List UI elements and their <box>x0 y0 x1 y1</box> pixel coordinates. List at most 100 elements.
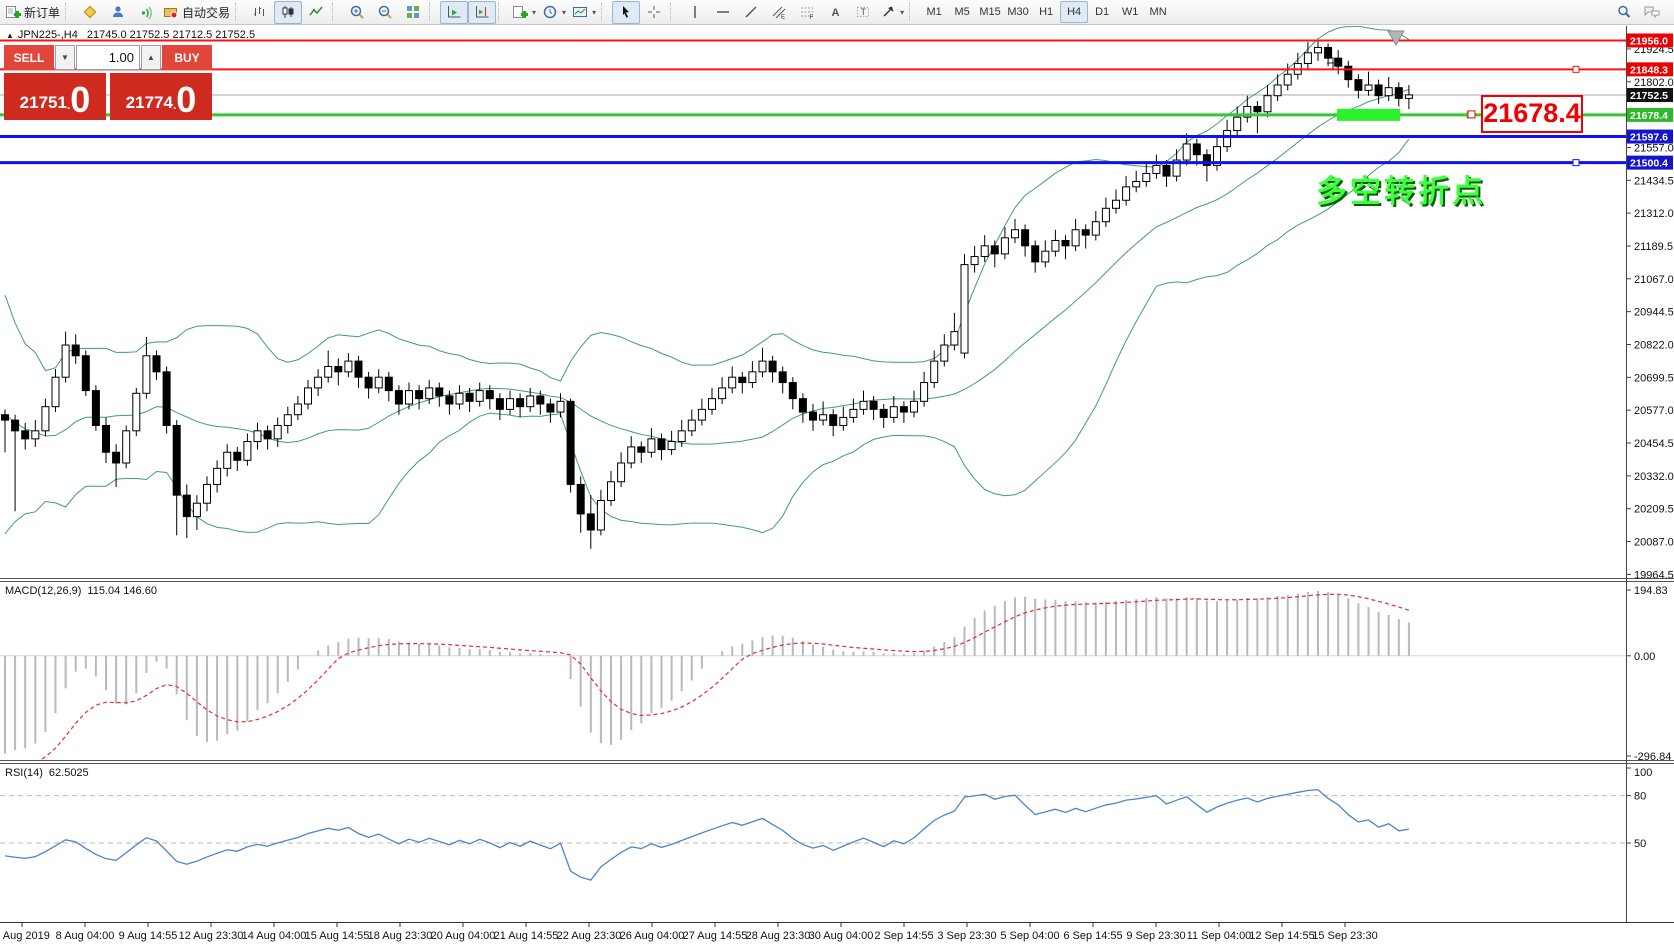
sell-button[interactable]: SELL <box>4 45 54 70</box>
svg-text:27 Aug 14:55: 27 Aug 14:55 <box>683 930 748 942</box>
svg-text:21 Aug 14:55: 21 Aug 14:55 <box>494 930 559 942</box>
svg-text:19964.5: 19964.5 <box>1634 569 1674 581</box>
toolbar-separator <box>498 3 505 21</box>
tab-timeframe-h4[interactable]: H4 <box>1060 1 1089 23</box>
svg-text:30 Aug 04:00: 30 Aug 04:00 <box>809 930 874 942</box>
search-button[interactable] <box>1610 1 1638 24</box>
macd-pane-header: MACD(12,26,9) 115.04 146.60 <box>5 585 157 597</box>
text-a-icon: A <box>827 4 843 20</box>
zoom-in-button[interactable] <box>343 1 371 24</box>
trendline-button[interactable] <box>737 1 765 24</box>
templates-button[interactable]: ▾ <box>569 1 599 24</box>
periods-button[interactable]: ▾ <box>539 1 569 24</box>
arrows-icon <box>880 4 896 20</box>
svg-text:50: 50 <box>1634 838 1646 850</box>
svg-text:21597.6: 21597.6 <box>1630 132 1668 144</box>
chart-shift-button[interactable] <box>468 0 497 24</box>
new-order-button[interactable]: 新订单 <box>2 1 63 24</box>
rsi-label: RSI(14) <box>5 767 43 779</box>
svg-text:20699.5: 20699.5 <box>1634 372 1674 384</box>
chevron-down-icon: ▾ <box>532 7 537 17</box>
tab-timeframe-h1[interactable]: H1 <box>1032 1 1060 23</box>
auto-scroll-button[interactable] <box>440 0 469 24</box>
tab-timeframe-w1[interactable]: W1 <box>1116 1 1144 23</box>
svg-text:A: A <box>832 7 840 19</box>
zoom-out-icon <box>377 4 393 20</box>
tile-windows-button[interactable] <box>399 1 427 24</box>
bar-chart-button[interactable] <box>246 1 274 24</box>
chevron-down-icon: ▾ <box>900 7 905 17</box>
svg-text:T: T <box>861 7 867 17</box>
sell-price[interactable]: 21751. 0 <box>4 73 106 120</box>
line-chart-button[interactable] <box>302 1 330 24</box>
channel-button[interactable]: E <box>765 1 793 24</box>
chat-icon <box>1643 4 1661 20</box>
fibonacci-icon: F <box>799 4 815 20</box>
tab-timeframe-d1[interactable]: D1 <box>1088 1 1116 23</box>
vertical-line-button[interactable] <box>681 1 709 24</box>
tab-timeframe-m1[interactable]: M1 <box>920 1 948 23</box>
toolbar: 新订单 自动交易 ▾ ▾ ▾ E F A T ▾ M1 M5 M15 M30 H… <box>0 0 1674 25</box>
svg-text:21802.0: 21802.0 <box>1634 77 1674 89</box>
volume-input[interactable] <box>76 45 140 70</box>
text-label-button[interactable]: T <box>849 1 877 24</box>
macd-layer <box>4 590 1410 760</box>
tab-timeframe-m30[interactable]: M30 <box>1004 1 1032 23</box>
svg-text:5 Sep 04:00: 5 Sep 04:00 <box>1000 930 1059 942</box>
chat-button[interactable] <box>1638 1 1666 24</box>
signal-icon <box>138 4 154 20</box>
svg-text:-296.84: -296.84 <box>1634 751 1671 763</box>
signals-button[interactable] <box>132 1 160 24</box>
tab-timeframe-m15[interactable]: M15 <box>976 1 1004 23</box>
svg-text:21500.4: 21500.4 <box>1630 158 1668 170</box>
sell-price-int: 21751 <box>19 93 67 112</box>
volume-down-button[interactable]: ▼ <box>55 45 75 70</box>
svg-text:20087.0: 20087.0 <box>1634 537 1674 549</box>
zoom-out-button[interactable] <box>371 1 399 24</box>
template-icon <box>572 4 588 20</box>
zoom-in-icon <box>349 4 365 20</box>
svg-text:21434.5: 21434.5 <box>1634 175 1674 187</box>
svg-text:20822.0: 20822.0 <box>1634 339 1674 351</box>
chart-canvas[interactable]: 21924.521802.021557.021434.521312.021189… <box>0 0 1674 947</box>
cursor-button[interactable] <box>612 0 641 24</box>
price-callout-box[interactable]: 21678.4 <box>1481 95 1583 133</box>
svg-text:26 Aug 04:00: 26 Aug 04:00 <box>620 930 685 942</box>
autotrading-button[interactable]: 自动交易 <box>160 1 233 24</box>
sell-price-big-digit: 0 <box>70 79 91 120</box>
text-button[interactable]: A <box>821 1 849 24</box>
highlight-zone <box>1337 108 1400 121</box>
chevron-down-icon: ▾ <box>592 7 597 17</box>
chevron-down-icon: ▾ <box>562 7 567 17</box>
buy-button[interactable]: BUY <box>162 45 212 70</box>
fibonacci-button[interactable]: F <box>793 1 821 24</box>
ohlc-values: 21745.0 21752.5 21712.5 21752.5 <box>86 29 256 41</box>
profile-button[interactable] <box>104 1 132 24</box>
svg-text:9 Sep 23:30: 9 Sep 23:30 <box>1126 930 1185 942</box>
symbol-title: JPN225-,H4 <box>17 29 78 41</box>
buy-price[interactable]: 21774. 0 <box>110 73 212 120</box>
rsi-pane-header: RSI(14) 62.5025 <box>5 767 89 779</box>
svg-text:20454.5: 20454.5 <box>1634 438 1674 450</box>
volume-up-button[interactable]: ▲ <box>141 45 161 70</box>
new-chart-button[interactable]: ▾ <box>509 1 539 24</box>
equidistant-channel-icon: E <box>771 4 787 20</box>
tab-timeframe-m5[interactable]: M5 <box>948 1 976 23</box>
crosshair-button[interactable] <box>640 1 668 24</box>
svg-text:6 Aug 2019: 6 Aug 2019 <box>0 930 50 942</box>
svg-text:12 Sep 14:55: 12 Sep 14:55 <box>1249 930 1314 942</box>
toolbar-separator <box>670 3 677 21</box>
candlestick-icon <box>280 4 296 20</box>
svg-text:194.83: 194.83 <box>1634 585 1668 597</box>
market-watch-button[interactable] <box>76 1 104 24</box>
auto-scroll-icon <box>446 4 462 20</box>
horizontal-line-button[interactable] <box>709 1 737 24</box>
svg-text:21848.3: 21848.3 <box>1630 64 1668 76</box>
svg-text:28 Aug 23:30: 28 Aug 23:30 <box>746 930 811 942</box>
svg-text:12 Aug 23:30: 12 Aug 23:30 <box>179 930 244 942</box>
svg-text:9 Aug 14:55: 9 Aug 14:55 <box>119 930 178 942</box>
candlestick-chart-button[interactable] <box>274 0 303 24</box>
arrows-button[interactable]: ▾ <box>877 1 907 24</box>
tab-timeframe-mn[interactable]: MN <box>1144 1 1172 23</box>
collapse-panel-icon[interactable]: ▲ <box>6 31 14 40</box>
